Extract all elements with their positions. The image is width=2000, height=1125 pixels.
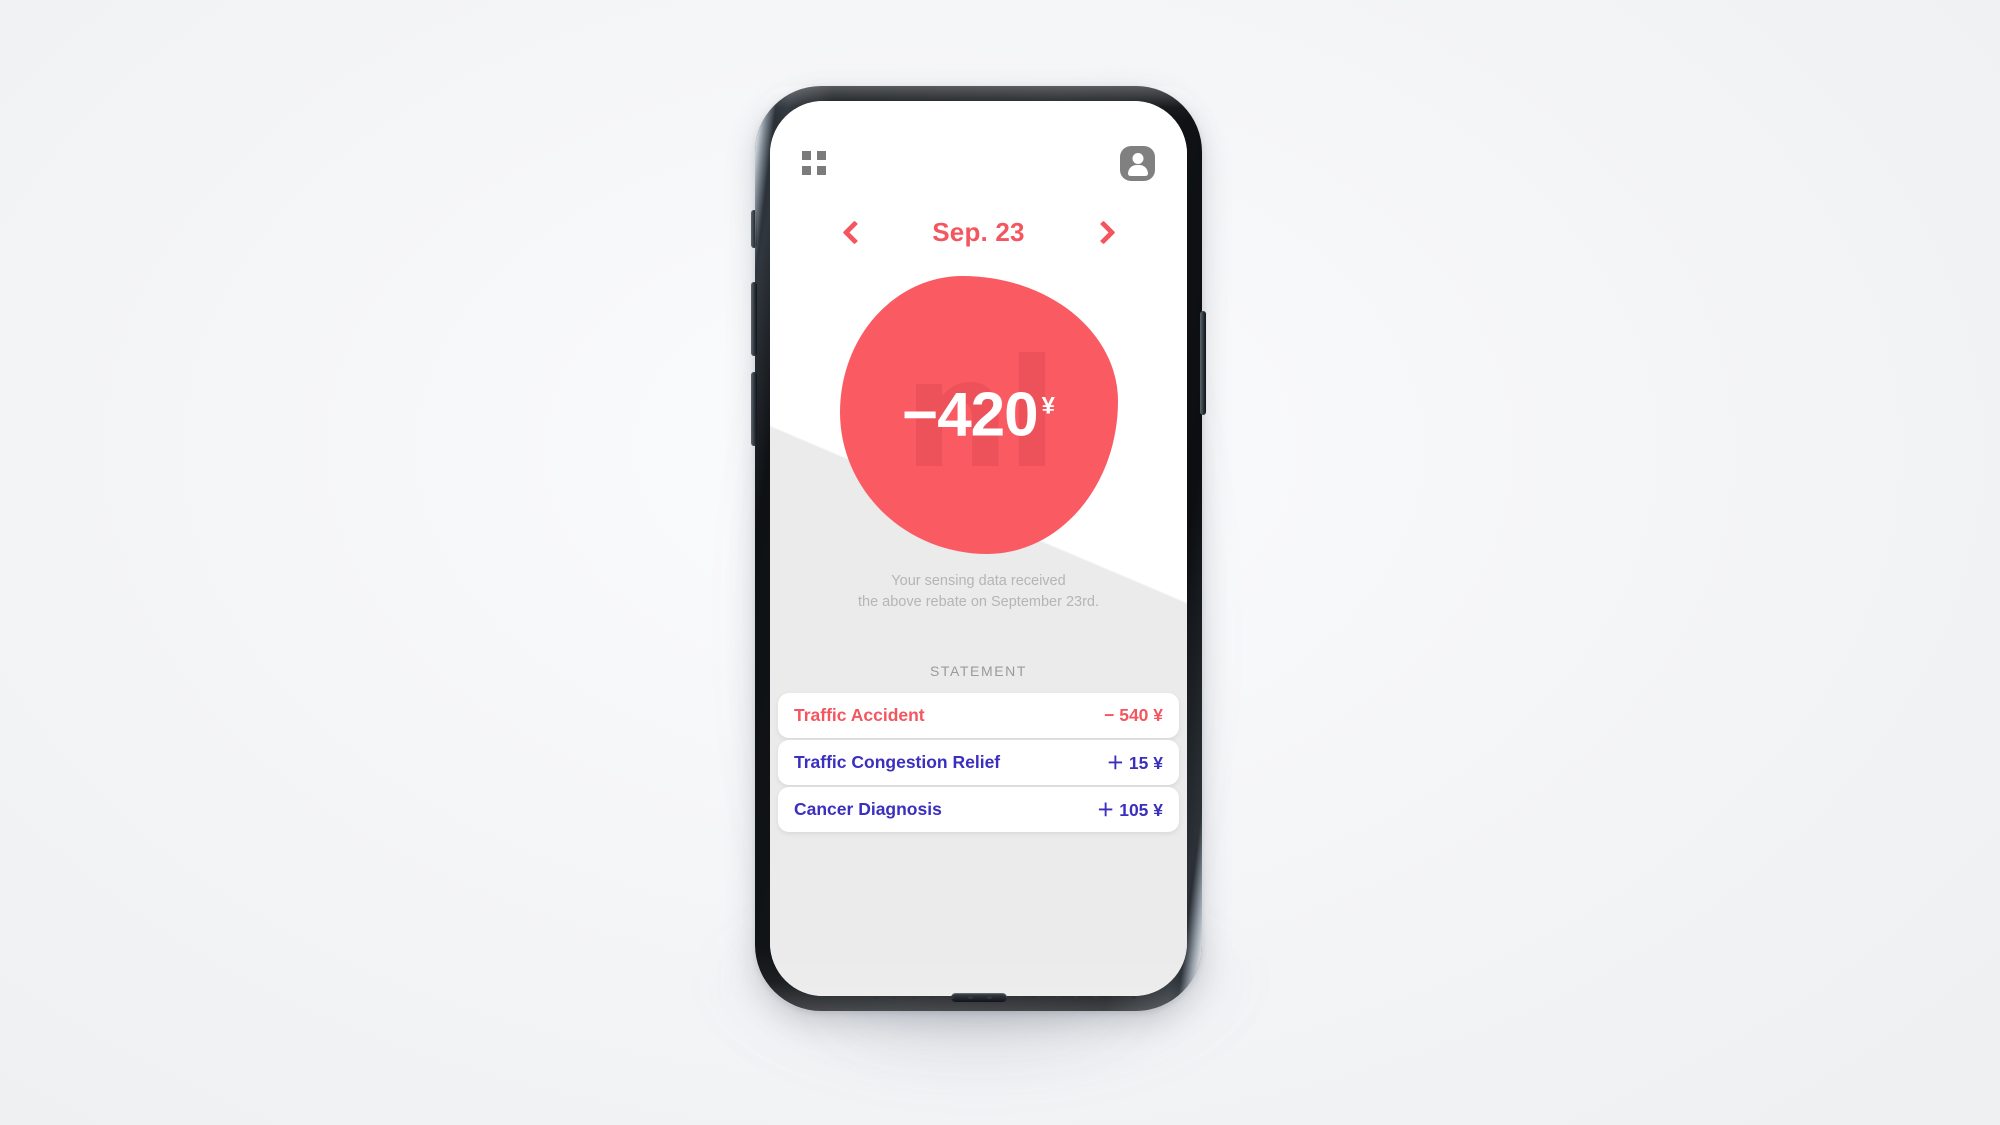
- app-root: Sep. 23 nl −420 ¥ Your sensing data recei…: [770, 101, 1187, 996]
- balance-caption: Your sensing data received the above reb…: [770, 571, 1187, 613]
- statement-row[interactable]: Traffic Accident − 540 ¥: [778, 693, 1179, 738]
- date-navigator: Sep. 23: [770, 206, 1187, 258]
- chevron-right-icon[interactable]: [1090, 219, 1116, 245]
- speaker-grille-dot: [949, 996, 954, 999]
- grid-square: [817, 166, 826, 175]
- charging-port: [950, 993, 1007, 1002]
- speaker-grille-dot: [1093, 996, 1098, 999]
- app-topbar: [770, 135, 1187, 191]
- grid-square: [802, 151, 811, 160]
- grid-square: [802, 166, 811, 175]
- volume-up-button[interactable]: [751, 282, 757, 356]
- speaker-grille-dot: [968, 996, 973, 999]
- statement-row-amount: − 540 ¥: [1104, 705, 1163, 725]
- power-button[interactable]: [1200, 311, 1206, 415]
- mute-switch-button[interactable]: [751, 210, 757, 248]
- caption-line-1: Your sensing data received: [891, 573, 1066, 589]
- smartphone-device: Sep. 23 nl −420 ¥ Your sensing data recei…: [751, 86, 1206, 1011]
- grid-square: [817, 151, 826, 160]
- speaker-grille-dot: [930, 996, 935, 999]
- statement-list: Traffic Accident − 540 ¥ Traffic Congest…: [778, 693, 1179, 834]
- avatar-head: [1132, 152, 1143, 164]
- avatar-body: [1127, 164, 1148, 176]
- caption-line-2: the above rebate on September 23rd.: [857, 594, 1100, 611]
- chevron-left-icon[interactable]: [841, 219, 867, 245]
- speaker-grille-dot: [987, 996, 992, 999]
- phone-bottom-hardware: [755, 993, 1202, 1003]
- statement-row[interactable]: Traffic Congestion Relief ＋ 15 ¥: [778, 740, 1179, 785]
- volume-down-button[interactable]: [751, 372, 757, 446]
- speaker-grille-dot: [1131, 996, 1136, 999]
- balance-amount-value: −420: [901, 380, 1039, 450]
- balance-currency-symbol: ¥: [1041, 392, 1055, 420]
- speaker-grille-dot: [1074, 996, 1079, 999]
- balance-amount-group: −420 ¥: [840, 380, 1118, 451]
- statement-row-amount: ＋ 15 ¥: [1106, 753, 1163, 773]
- speaker-grille-dot: [1036, 996, 1041, 999]
- speaker-grille-dot: [892, 996, 897, 999]
- speaker-grille-dot: [1112, 996, 1117, 999]
- speaker-grille-dot: [1017, 996, 1022, 999]
- phone-screen: Sep. 23 nl −420 ¥ Your sensing data recei…: [770, 101, 1187, 996]
- statement-row[interactable]: Cancer Diagnosis ＋ 105 ¥: [778, 787, 1179, 832]
- statement-row-label: Cancer Diagnosis: [794, 799, 942, 819]
- account-avatar-icon[interactable]: [1120, 145, 1155, 181]
- speaker-grille-dot: [873, 996, 878, 999]
- speaker-grille-dot: [911, 996, 916, 999]
- statement-section-label: STATEMENT: [929, 663, 1028, 679]
- speaker-grille-dot: [1055, 996, 1060, 999]
- balance-blob[interactable]: nl −420 ¥: [839, 276, 1118, 554]
- grid-menu-icon[interactable]: [802, 151, 826, 175]
- statement-row-label: Traffic Congestion Relief: [794, 752, 1001, 772]
- statement-row-amount: ＋ 105 ¥: [1096, 800, 1163, 820]
- statement-row-label: Traffic Accident: [794, 705, 925, 725]
- current-date-label: Sep. 23: [932, 216, 1025, 247]
